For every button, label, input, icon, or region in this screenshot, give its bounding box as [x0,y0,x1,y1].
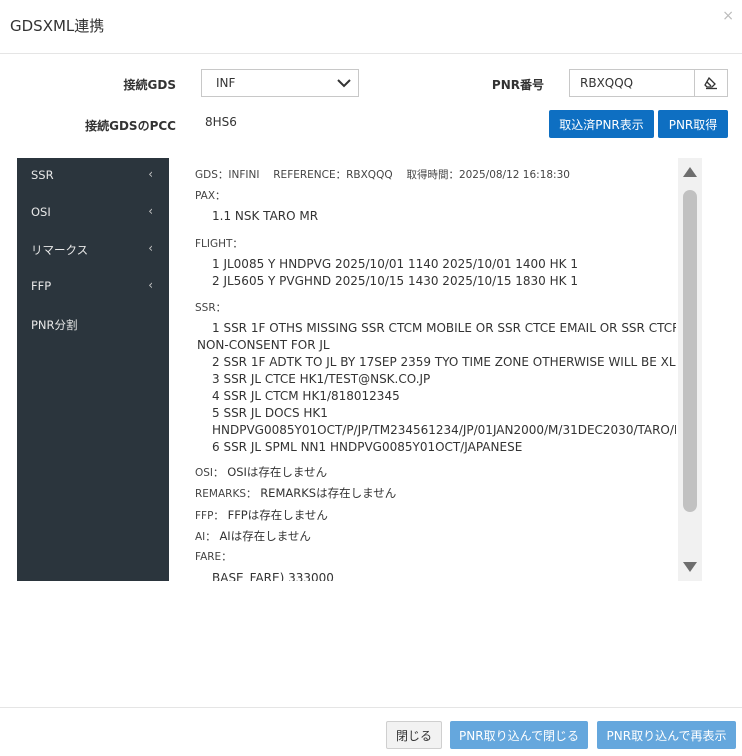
eraser-icon [704,76,717,90]
sidebar-item-label: OSI [31,205,51,219]
osi-text: OSIは存在しません [227,465,328,479]
sidebar-item-label: リマークス [31,243,89,257]
chevron-down-icon [337,79,351,88]
ssr-line: 3 SSR JL CTCE HK1/TEST@NSK.CO.JP [212,372,431,386]
ssr-line: 1 SSR 1F OTHS MISSING SSR CTCM MOBILE OR… [212,321,676,335]
flight-line: 2 JL5605 Y PVGHND 2025/10/15 1430 2025/1… [212,274,578,288]
import-and-close-button[interactable]: PNR取り込んで閉じる [450,721,588,749]
scroll-down-icon[interactable] [682,561,698,573]
pnr-label: PNR番号 [491,78,544,92]
pcc-label: 接続GDSのPCC [85,119,176,133]
ssr-line: NON-CONSENT FOR JL [197,338,330,352]
ffp-row: FFP： FFPは存在しません [195,507,328,523]
osi-row: OSI： OSIは存在しません [195,464,327,480]
chevron-left-icon: ‹ [148,204,153,218]
dialog-title: GDSXML連携 [10,17,105,35]
pax-header: PAX： [195,190,226,202]
close-button[interactable]: 閉じる [386,721,442,749]
chevron-left-icon: ‹ [148,278,153,292]
chevron-left-icon: ‹ [148,241,153,255]
scrollbar-thumb[interactable] [683,190,697,512]
clear-button[interactable] [694,69,728,97]
chevron-left-icon: ‹ [148,167,153,181]
osi-header: OSI： [195,467,224,479]
ssr-header: SSR： [195,302,227,314]
ai-row: AI： AIは存在しません [195,528,311,544]
sidebar: SSR ‹ OSI ‹ リマークス ‹ FFP ‹ PNR分割 [17,158,169,581]
show-imported-pnr-button[interactable]: 取込済PNR表示 [549,110,654,138]
gds-label: 接続GDS [123,78,176,92]
content-scrollbar[interactable] [678,158,702,581]
gds-select[interactable]: INF [201,69,359,97]
sidebar-item-label: PNR分割 [31,318,78,332]
pnr-meta: GDS：INFINI REFERENCE：RBXQQQ 取得時間：2025/08… [195,169,570,181]
ssr-line: 5 SSR JL DOCS HK1 [212,406,328,420]
sidebar-item-ssr[interactable]: SSR ‹ [17,161,169,191]
flight-line: 1 JL0085 Y HNDPVG 2025/10/01 1140 2025/1… [212,257,578,271]
flight-header: FLIGHT： [195,238,243,250]
ai-text: AIは存在しません [219,529,311,543]
pcc-value: 8HS6 [205,115,237,129]
sidebar-item-remarks[interactable]: リマークス ‹ [17,235,169,265]
sidebar-item-label: FFP [31,279,52,293]
close-icon[interactable]: × [722,8,734,24]
sidebar-item-osi[interactable]: OSI ‹ [17,198,169,228]
sidebar-item-pnr-split[interactable]: PNR分割 [17,310,169,340]
sidebar-item-label: SSR [31,168,54,182]
ssr-line: 6 SSR JL SPML NN1 HNDPVG0085Y01OCT/JAPAN… [212,440,523,454]
ssr-line: 2 SSR 1F ADTK TO JL BY 17SEP 2359 TYO TI… [212,355,676,369]
fare-header: FARE： [195,551,232,563]
fare-line: BASE_FARE) 333000 [212,571,334,581]
remarks-row: REMARKS： REMARKSは存在しません [195,485,396,501]
ssr-line: HNDPVG0085Y01OCT/P/JP/TM234561234/JP/01J… [212,423,676,437]
ssr-line: 4 SSR JL CTCM HK1/818012345 [212,389,400,403]
ai-header: AI： [195,531,216,543]
pnr-content: GDS：INFINI REFERENCE：RBXQQQ 取得時間：2025/08… [191,158,676,581]
import-and-redisplay-button[interactable]: PNR取り込んで再表示 [597,721,736,749]
ffp-header: FFP： [195,510,224,522]
remarks-text: REMARKSは存在しません [260,486,397,500]
get-pnr-button[interactable]: PNR取得 [658,110,728,138]
pax-line: 1.1 NSK TARO MR [212,209,319,223]
scroll-up-icon[interactable] [682,166,698,178]
remarks-header: REMARKS： [195,488,257,500]
pnr-input[interactable] [569,69,695,97]
dialog-header: GDSXML連携 × [0,0,742,54]
gds-select-value: INF [216,76,236,90]
ffp-text: FFPは存在しません [227,508,328,522]
sidebar-item-ffp[interactable]: FFP ‹ [17,272,169,302]
